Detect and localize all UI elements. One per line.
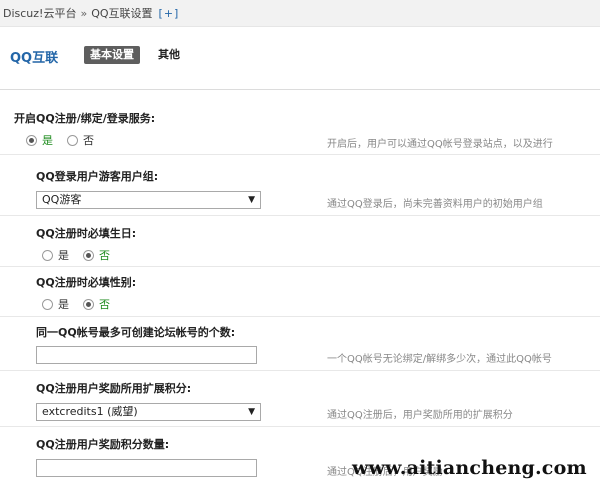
watermark: www.aitiancheng.com: [352, 457, 587, 479]
divider: [0, 316, 600, 317]
gender-yes-radio[interactable]: [42, 298, 53, 310]
birthday-yes-radio[interactable]: [42, 249, 53, 261]
service-label: 开启QQ注册/绑定/登录服务:: [14, 112, 156, 125]
max-accounts-label: 同一QQ帐号最多可创建论坛帐号的个数:: [36, 326, 236, 339]
service-hint: 开启后，用户可以通过QQ帐号登录站点，以及进行: [327, 139, 553, 150]
birthday-no-radio[interactable]: [83, 249, 94, 261]
service-no-label: 否: [83, 134, 94, 147]
divider: [0, 426, 600, 427]
gender-label: QQ注册时必填性别:: [36, 276, 137, 289]
guest-group-hint: 通过QQ登录后，尚未完善资料用户的初始用户组: [327, 199, 543, 210]
add-shortcut-button[interactable]: [+]: [159, 7, 180, 20]
breadcrumb-current: QQ互联设置: [91, 7, 153, 20]
gender-radio-group: 是 否: [42, 296, 124, 312]
chevron-down-icon: ▼: [248, 195, 255, 205]
service-no-radio[interactable]: [67, 134, 78, 146]
service-yes-radio[interactable]: [26, 134, 37, 146]
divider: [0, 215, 600, 216]
divider: [0, 154, 600, 155]
guest-group-value: QQ游客: [42, 193, 82, 206]
service-radio-group: 是 否: [26, 132, 108, 148]
chevron-down-icon: ▼: [248, 407, 255, 417]
header-tabs: QQ互联 基本设置 其他: [0, 27, 600, 90]
breadcrumb-root[interactable]: Discuz!云平台: [3, 5, 76, 21]
guest-group-label: QQ登录用户游客用户组:: [36, 170, 159, 183]
reward-credit-value: extcredits1 (威望): [42, 405, 138, 418]
reward-credit-hint: 通过QQ注册后，用户奖励所用的扩展积分: [327, 410, 513, 421]
birthday-label: QQ注册时必填生日:: [36, 227, 137, 240]
birthday-no-label: 否: [99, 249, 110, 262]
divider: [0, 266, 600, 267]
divider: [0, 370, 600, 371]
max-accounts-hint: 一个QQ帐号无论绑定/解绑多少次，通过此QQ帐号: [327, 354, 552, 365]
reward-amount-input[interactable]: [36, 459, 257, 477]
tab-basic-settings[interactable]: 基本设置: [84, 46, 140, 64]
max-accounts-input[interactable]: [36, 346, 257, 364]
guest-group-select[interactable]: QQ游客 ▼: [36, 191, 261, 209]
reward-credit-label: QQ注册用户奖励所用扩展积分:: [36, 382, 192, 395]
gender-no-label: 否: [99, 298, 110, 311]
breadcrumb: Discuz!云平台 » QQ互联设置 [+]: [0, 0, 600, 27]
gender-yes-label: 是: [58, 298, 69, 311]
birthday-radio-group: 是 否: [42, 247, 124, 263]
page-title: QQ互联: [10, 51, 59, 66]
service-yes-label: 是: [42, 134, 53, 147]
reward-credit-select[interactable]: extcredits1 (威望) ▼: [36, 403, 261, 421]
reward-amount-label: QQ注册用户奖励积分数量:: [36, 438, 170, 451]
birthday-yes-label: 是: [58, 249, 69, 262]
tab-other[interactable]: 其他: [158, 46, 180, 64]
breadcrumb-separator: »: [80, 6, 88, 20]
gender-no-radio[interactable]: [83, 298, 94, 310]
